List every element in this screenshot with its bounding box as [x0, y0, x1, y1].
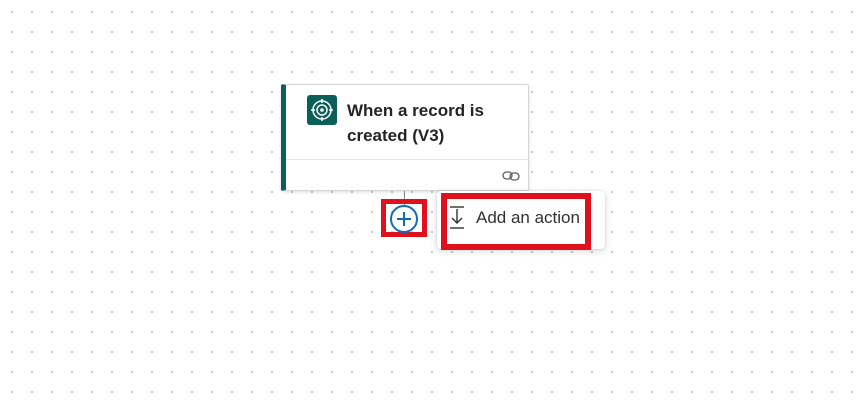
flow-canvas: When a record is created (V3) Add an act… [0, 0, 861, 401]
insert-step-icon [448, 205, 466, 231]
link-icon[interactable] [502, 169, 520, 183]
add-step-button[interactable] [389, 204, 419, 234]
add-an-action-label: Add an action [476, 208, 580, 227]
card-divider [286, 159, 528, 160]
add-step-menu: Add an action [437, 191, 605, 249]
menu-item-add-an-action[interactable]: Add an action [437, 191, 605, 249]
trigger-title: When a record is created (V3) [347, 101, 484, 145]
dataverse-icon [307, 95, 337, 125]
plus-circle-icon [390, 205, 418, 233]
trigger-card[interactable]: When a record is created (V3) [281, 84, 529, 191]
